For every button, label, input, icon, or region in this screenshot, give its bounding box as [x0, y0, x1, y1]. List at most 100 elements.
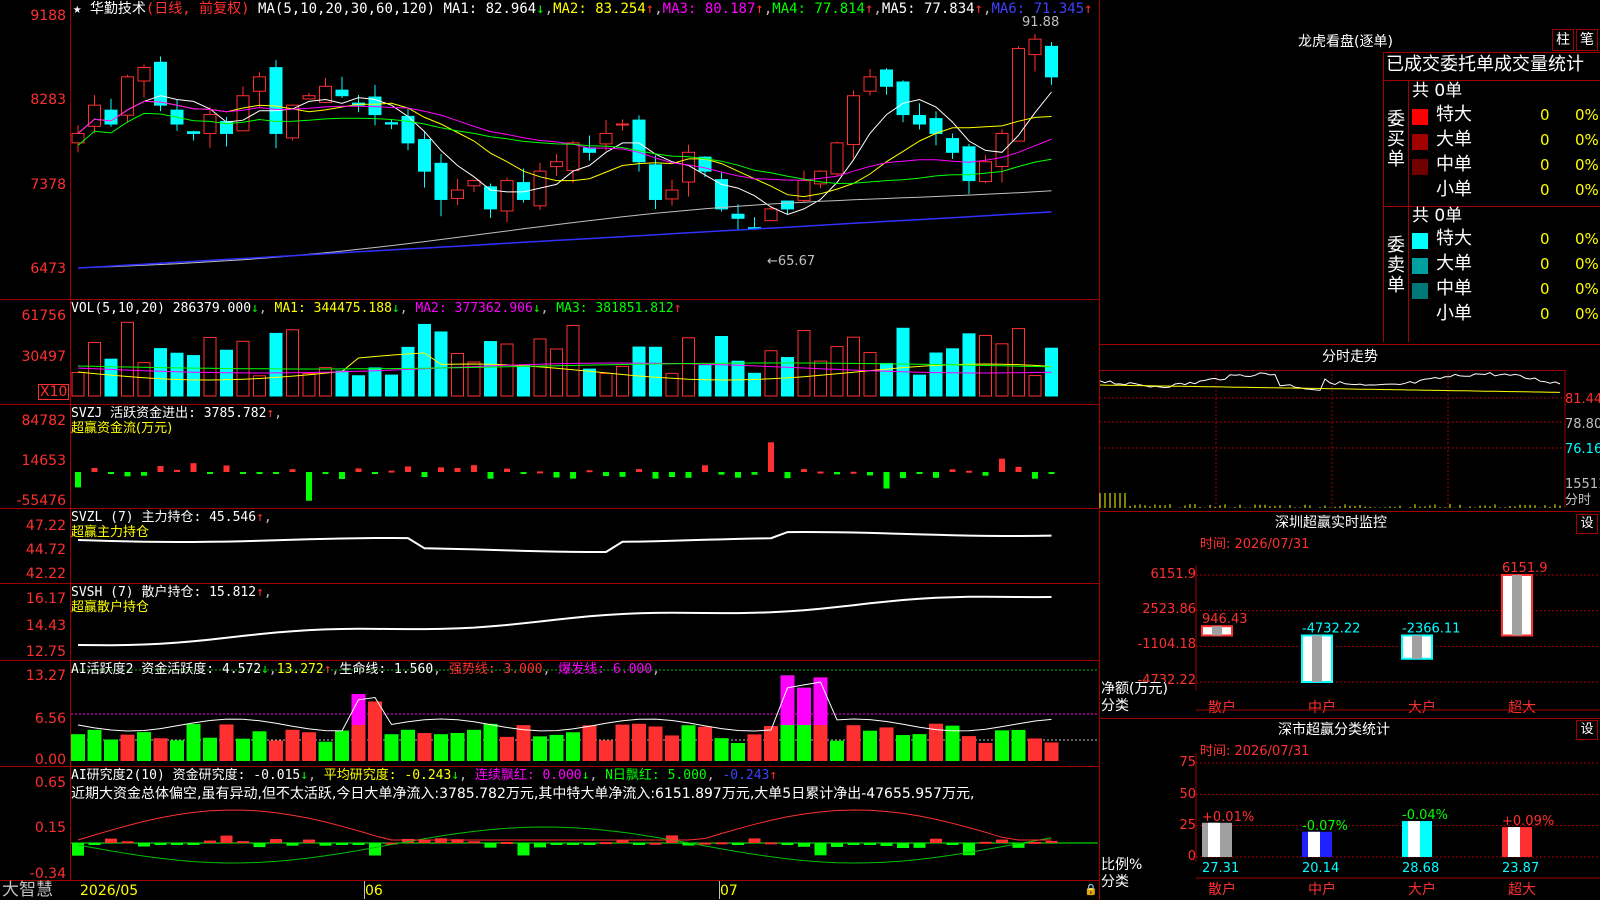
- classify-category-label: 中户: [1308, 881, 1336, 898]
- price-header: ★ 华勤技术(日线, 前复权) MA(5,10,20,30,60,120) MA…: [73, 1, 1093, 17]
- research-bar: [369, 843, 381, 856]
- price-high-label: 91.88: [1022, 15, 1060, 30]
- intraday-avg-line: [1099, 384, 1561, 393]
- activity-bar: [450, 732, 465, 761]
- candle-body: [236, 95, 250, 132]
- fund-flow-bar: [1032, 472, 1038, 479]
- activity-bar: [1028, 738, 1042, 761]
- ai1-burst: 爆发线: 6.000: [558, 662, 653, 677]
- fund-flow-bar: [883, 472, 890, 489]
- stock-name[interactable]: 华勤技术: [90, 1, 146, 17]
- fund-flow-bar: [652, 472, 659, 479]
- lock-icon[interactable]: 🔒: [1084, 884, 1098, 895]
- fund-flow-bar: [603, 472, 609, 477]
- research-bar: [1029, 841, 1041, 844]
- fund-flow-bar: [174, 469, 180, 472]
- fund-flow-bar: [966, 470, 972, 473]
- fund-flow-bar: [372, 472, 378, 474]
- research-bar: [897, 843, 909, 848]
- monitor-category-label: 大户: [1408, 699, 1436, 716]
- svzj-label: SVZJ 活跃资金进出: 3785.782: [71, 406, 267, 421]
- activity-bar: [219, 724, 234, 761]
- fund-flow-bar: [306, 472, 312, 501]
- volume-bar: [863, 352, 877, 397]
- vol-value: 286379.000: [172, 301, 252, 316]
- monitor-bar-shade: [1412, 635, 1422, 659]
- classify-category-label: 散户: [1208, 881, 1236, 898]
- candle-body: [599, 132, 613, 145]
- fund-flow-bar: [223, 465, 230, 472]
- research-bar: [633, 843, 645, 845]
- volume-bar: [913, 374, 926, 397]
- activity-bar: [87, 729, 102, 761]
- research-bar: [913, 843, 926, 848]
- volume-bar: [154, 348, 167, 397]
- research-bar: [418, 840, 431, 843]
- stock-period: (日线, 前复权): [145, 1, 250, 17]
- volume-bar: [170, 352, 184, 397]
- ai1-label: AI活跃度2 资金活跃度: 4.572: [71, 662, 262, 677]
- monitor-category-label: 超大: [1508, 700, 1536, 716]
- research-bar: [831, 843, 843, 847]
- volume-bar: [847, 336, 860, 397]
- research-bar: [72, 843, 84, 856]
- retail-holding-line: [77, 595, 1052, 647]
- volume-bar: [203, 336, 217, 397]
- candle-body: [946, 138, 959, 153]
- fund-flow-bar: [471, 465, 477, 472]
- ai1-v2: 13.272: [276, 662, 324, 677]
- main-holding-line: [77, 530, 1052, 553]
- research-bar: [649, 842, 662, 845]
- volume-bar: [698, 365, 712, 397]
- classify-value-label: 20.14: [1302, 861, 1339, 876]
- indicator-plots: [71, 34, 1098, 864]
- candle-body: [335, 89, 349, 97]
- research-bar: [946, 843, 959, 845]
- volume-bar: [302, 373, 316, 397]
- fund-flow-bar: [339, 472, 345, 479]
- svzj-sub: 超赢资金流(万元): [71, 421, 173, 436]
- activity-bar-top: [797, 687, 811, 725]
- candle-body: [847, 95, 860, 146]
- fund-flow-bar: [190, 463, 197, 472]
- research-bar: [1045, 840, 1058, 843]
- ma5-value: MA5: 77.834: [881, 1, 975, 17]
- volume-bar: [649, 346, 662, 397]
- fund-flow-bar: [784, 472, 791, 479]
- fund-flow-bar: [504, 468, 510, 472]
- fund-flow-bar: [141, 472, 147, 476]
- monitor-value-label: -2366.11: [1402, 621, 1460, 636]
- activity-bar: [995, 730, 1009, 761]
- monitor-bar-shade: [1512, 575, 1522, 636]
- classify-bar-shade: [1308, 831, 1320, 857]
- volume-bar: [352, 375, 365, 397]
- svzl-header: SVZL (7) 主力持仓: 45.546↑,: [71, 510, 272, 525]
- volume-bar: [286, 329, 299, 397]
- activity-bar: [153, 738, 168, 761]
- fund-flow-bar: [751, 472, 758, 475]
- monitor-bar-shade: [1212, 626, 1222, 636]
- fund-flow-bar: [702, 465, 708, 472]
- research-bar: [996, 839, 1008, 843]
- fund-flow-bar: [586, 470, 593, 473]
- candle-body: [1012, 48, 1025, 142]
- candle-body: [302, 95, 316, 100]
- activity-bar-top: [813, 677, 828, 725]
- fund-flow-bar: [553, 472, 560, 478]
- ai2-header: AI研究度2(10) 资金研究度: -0.015↓, 平均研究度: -0.243…: [71, 768, 778, 783]
- fund-flow-bar: [1048, 472, 1055, 474]
- fund-flow-bar: [355, 468, 362, 472]
- candle-body: [1045, 45, 1058, 78]
- candle-body: [203, 114, 217, 135]
- volume-bar: [71, 372, 85, 397]
- research-bar: [286, 843, 299, 846]
- research-bar: [880, 843, 893, 846]
- volume-bar: [715, 336, 728, 397]
- activity-bar: [483, 723, 498, 761]
- classify-change-label: -0.07%: [1302, 819, 1348, 834]
- research-bar: [979, 841, 992, 844]
- candle-body: [731, 213, 745, 219]
- vol-ma3: MA3: 381851.812: [556, 301, 674, 316]
- classify-value-label: 27.31: [1202, 861, 1239, 876]
- ma2-value: MA2: 83.254: [553, 1, 646, 17]
